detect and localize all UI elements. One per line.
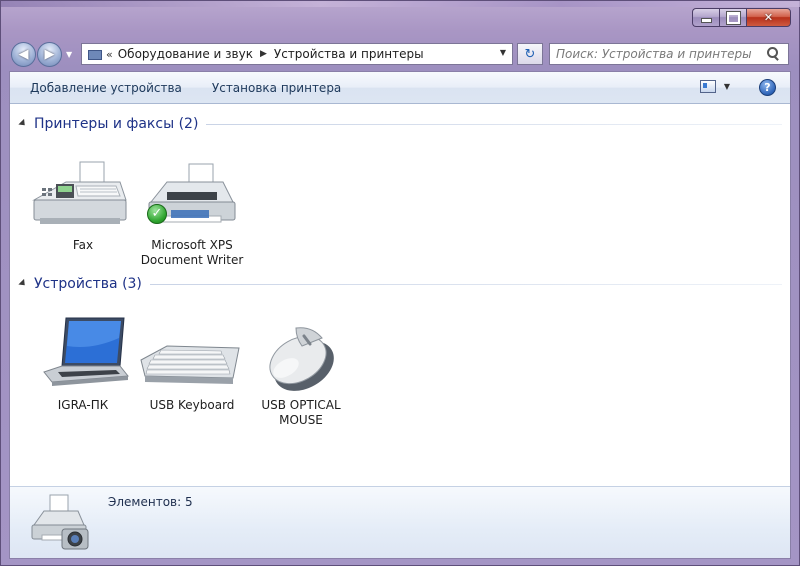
close-icon: ✕: [763, 11, 774, 24]
breadcrumb-separator-icon[interactable]: ▶: [260, 49, 267, 59]
device-item-usb-mouse[interactable]: USB OPTICAL MOUSE: [246, 316, 356, 428]
address-dropdown-icon[interactable]: ▼: [500, 48, 506, 57]
caption-buttons: ✕: [692, 8, 791, 27]
refresh-icon: ↻: [524, 46, 536, 62]
device-label: USB OPTICAL: [261, 398, 341, 412]
device-label-line2: Document Writer: [140, 253, 244, 267]
view-icon: [699, 80, 716, 93]
item-count: Элементов: 5: [108, 495, 193, 509]
device-item-fax[interactable]: Fax: [28, 156, 138, 253]
details-pane: Элементов: 5: [10, 486, 790, 558]
forward-arrow-icon: ▶: [44, 47, 55, 62]
maximize-button[interactable]: [719, 8, 746, 27]
control-panel-icon: [86, 47, 102, 61]
breadcrumb-overflow[interactable]: «: [106, 48, 113, 61]
add-device-button[interactable]: Добавление устройства: [10, 73, 196, 103]
recent-pages-dropdown[interactable]: ▼: [66, 50, 72, 59]
device-label: IGRA-ПК: [57, 398, 109, 412]
back-arrow-icon: ◀: [18, 47, 29, 62]
minimize-icon: [700, 18, 712, 23]
device-label: USB Keyboard: [149, 398, 235, 412]
device-label: Fax: [72, 238, 94, 252]
search-icon[interactable]: [766, 47, 780, 61]
keyboard-icon: [137, 316, 247, 398]
group-header-printers[interactable]: Принтеры и факсы (2): [18, 114, 782, 134]
refresh-button[interactable]: ↻: [517, 43, 543, 65]
group-title-printers: Принтеры и факсы (2): [34, 116, 199, 132]
add-printer-button[interactable]: Установка принтера: [196, 73, 355, 103]
device-item-usb-keyboard[interactable]: USB Keyboard: [137, 316, 247, 413]
content-pane: Добавление устройства Установка принтера…: [9, 71, 791, 559]
help-icon[interactable]: ?: [759, 79, 776, 96]
forward-button[interactable]: ▶: [37, 42, 62, 67]
address-bar[interactable]: « Оборудование и звук ▶ Устройства и при…: [81, 43, 513, 65]
group-header-devices[interactable]: Устройства (3): [18, 274, 782, 294]
group-divider: [206, 123, 782, 125]
devices-and-printers-icon: [28, 491, 94, 557]
search-input[interactable]: Поиск: Устройства и принтеры: [549, 43, 789, 65]
back-button[interactable]: ◀: [11, 42, 36, 67]
command-bar: Добавление устройства Установка принтера…: [10, 72, 790, 104]
device-item-computer[interactable]: IGRA-ПК: [28, 316, 138, 413]
close-button[interactable]: ✕: [746, 8, 791, 27]
laptop-icon: [28, 316, 138, 398]
breadcrumb-hardware-and-sound[interactable]: Оборудование и звук: [118, 47, 253, 61]
printer-icon: ✓: [137, 156, 247, 238]
change-view-button[interactable]: ▼: [699, 80, 730, 93]
default-printer-check-icon: ✓: [147, 204, 167, 224]
window-frame: ✕ ◀ ▶ ▼ « Оборудование и звук ▶ Устройст…: [0, 0, 800, 566]
group-title-devices: Устройства (3): [34, 276, 142, 292]
device-item-microsoft-xps[interactable]: ✓ Microsoft XPS Document Writer: [137, 156, 247, 268]
group-divider: [149, 283, 782, 285]
maximize-icon: [726, 11, 740, 24]
minimize-button[interactable]: [692, 8, 719, 27]
device-label: Microsoft XPS: [151, 238, 233, 252]
navigation-buttons: ◀ ▶ ▼: [11, 41, 72, 69]
fax-icon: [28, 156, 138, 238]
device-label-line2: MOUSE: [279, 413, 323, 427]
chevron-down-icon[interactable]: ▼: [724, 82, 730, 91]
mouse-icon: [246, 316, 356, 398]
search-placeholder: Поиск: Устройства и принтеры: [556, 47, 752, 61]
breadcrumb-devices-and-printers[interactable]: Устройства и принтеры: [274, 47, 424, 61]
title-bar[interactable]: [1, 1, 800, 7]
